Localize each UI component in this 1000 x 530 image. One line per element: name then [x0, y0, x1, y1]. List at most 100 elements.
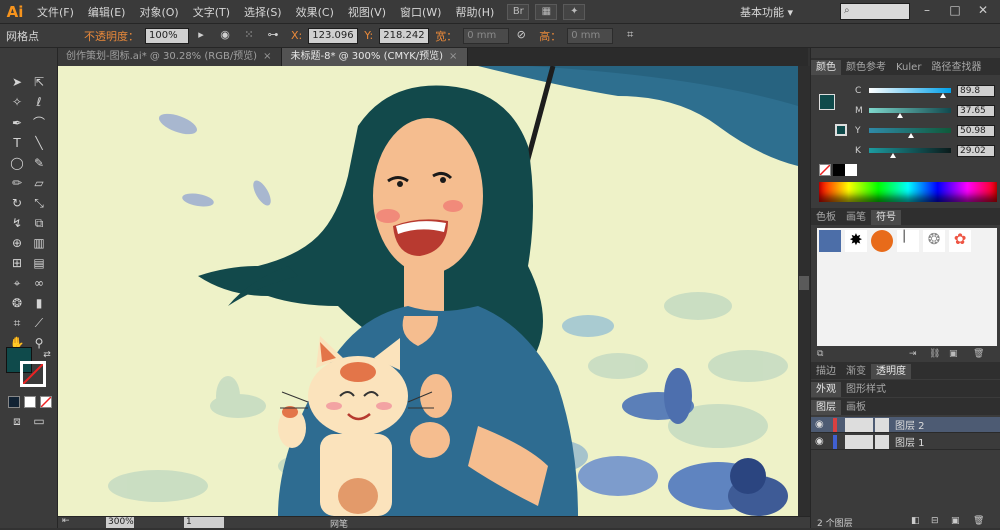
delete-layer-icon[interactable]: 🗑	[973, 516, 984, 526]
gradient-tool-icon[interactable]: ▤	[30, 254, 48, 272]
tab-color[interactable]: 颜色	[811, 60, 841, 75]
symbol-sprayer-tool-icon[interactable]: ❂	[8, 294, 26, 312]
close-tab-icon[interactable]: ×	[449, 51, 457, 62]
symbol-blue-bar[interactable]	[819, 230, 841, 252]
visibility-eye-icon[interactable]: ◉	[815, 436, 829, 447]
tab-color-guide[interactable]: 颜色参考	[841, 60, 891, 75]
break-link-icon[interactable]: ⛓	[929, 349, 940, 359]
shape-builder-tool-icon[interactable]: ⊕	[8, 234, 26, 252]
slider-thumb[interactable]	[889, 153, 896, 158]
tab-swatches[interactable]: 色板	[811, 210, 841, 225]
slider-thumb[interactable]	[896, 113, 903, 118]
recolor-icon[interactable]: ◉	[216, 28, 234, 44]
symbol-banner-icon[interactable]: ▏	[897, 230, 919, 252]
vertical-scrollbar[interactable]	[798, 66, 810, 516]
delete-symbol-icon[interactable]: 🗑	[973, 349, 984, 359]
arrange-documents-icon[interactable]: ▦	[535, 3, 558, 20]
symbol-flower-icon[interactable]: ✿	[949, 230, 971, 252]
layer-row[interactable]: ◉ 图层 1	[811, 434, 1000, 450]
tab-symbols[interactable]: 符号	[871, 210, 901, 225]
symbol-library-menu-icon[interactable]: ⧉	[817, 349, 823, 359]
reference-point-icon[interactable]: ⁙	[240, 28, 258, 44]
color-stroke-swatch[interactable]	[835, 124, 847, 136]
scroll-thumb[interactable]	[799, 276, 809, 290]
zoom-level-field[interactable]: 300%	[106, 517, 134, 528]
type-tool-icon[interactable]: T	[8, 134, 26, 152]
slider-thumb[interactable]	[939, 93, 946, 98]
menu-edit[interactable]: 编辑(E)	[81, 4, 133, 20]
rotate-tool-icon[interactable]: ↻	[8, 194, 26, 212]
none-mode-icon[interactable]	[40, 396, 52, 408]
workspace-switcher[interactable]: 基本功能 ▾	[740, 4, 793, 20]
drawing-mode-icon[interactable]: ⧈	[8, 412, 26, 430]
place-symbol-icon[interactable]: ⇥	[909, 349, 917, 359]
pen-tool-icon[interactable]: ✒	[8, 114, 26, 132]
x-position-input[interactable]: 123.096	[308, 27, 359, 44]
gradient-mode-icon[interactable]	[24, 396, 36, 408]
menu-select[interactable]: 选择(S)	[237, 4, 289, 20]
channel-value-input[interactable]: 89.8	[957, 84, 995, 97]
channel-value-input[interactable]: 50.98	[957, 124, 995, 137]
pencil-tool-icon[interactable]: ✏	[8, 174, 26, 192]
magic-wand-tool-icon[interactable]: ✧	[8, 93, 26, 111]
maximize-button[interactable]: □	[946, 3, 964, 19]
color-fill-swatch[interactable]	[819, 94, 835, 110]
tab-stroke[interactable]: 描边	[811, 364, 841, 379]
close-tab-icon[interactable]: ×	[263, 51, 271, 62]
navigate-artboard-icon[interactable]: ⇤	[62, 516, 70, 526]
selection-tool-icon[interactable]: ➤	[8, 73, 26, 91]
new-layer-icon[interactable]: ▣	[951, 516, 960, 526]
swap-fill-stroke-icon[interactable]: ⇄	[38, 346, 56, 364]
lasso-tool-icon[interactable]: ℓ	[30, 93, 48, 111]
menu-file[interactable]: 文件(F)	[30, 4, 81, 20]
tab-pathfinder[interactable]: 路径查找器	[926, 60, 986, 75]
new-sublayer-icon[interactable]: ⊟	[931, 516, 939, 526]
channel-value-input[interactable]: 37.65	[957, 104, 995, 117]
layer-name[interactable]: 图层 2	[895, 417, 925, 432]
channel-slider[interactable]	[869, 128, 951, 138]
screen-mode-icon[interactable]: ▭	[30, 412, 48, 430]
mesh-tool-icon[interactable]: ⊞	[8, 254, 26, 272]
opacity-dropdown-icon[interactable]: ▸	[192, 28, 210, 44]
menu-effect[interactable]: 效果(C)	[289, 4, 341, 20]
tab-transparency[interactable]: 透明度	[871, 364, 911, 379]
menu-type[interactable]: 文字(T)	[186, 4, 237, 20]
curvature-tool-icon[interactable]: ⌒	[30, 114, 48, 132]
blend-tool-icon[interactable]: ∞	[30, 274, 48, 292]
eyedropper-tool-icon[interactable]: ⌖	[8, 274, 26, 292]
opacity-input[interactable]: 100%	[145, 27, 189, 44]
channel-slider[interactable]	[869, 88, 951, 98]
make-clipping-mask-icon[interactable]: ◧	[911, 516, 920, 526]
line-tool-icon[interactable]: ╲	[30, 134, 48, 152]
paintbrush-tool-icon[interactable]: ✎	[30, 154, 48, 172]
scale-tool-icon[interactable]: ⤡	[30, 194, 48, 212]
bridge-icon[interactable]: Br	[507, 3, 530, 20]
tab-appearance[interactable]: 外观	[811, 382, 841, 397]
stroke-color-swatch[interactable]	[20, 361, 46, 387]
y-position-input[interactable]: 218.242	[379, 27, 430, 44]
color-spectrum-bar[interactable]	[819, 182, 997, 202]
channel-value-input[interactable]: 29.02	[957, 144, 995, 157]
ellipse-tool-icon[interactable]: ◯	[8, 154, 26, 172]
eraser-tool-icon[interactable]: ▱	[30, 174, 48, 192]
link-proportions-icon[interactable]: ⊘	[512, 28, 530, 44]
search-input[interactable]: ⌕	[840, 3, 910, 20]
tab-layers[interactable]: 图层	[811, 400, 841, 415]
close-button[interactable]: ✕	[974, 3, 992, 19]
artboard-tool-icon[interactable]: ⌗	[8, 314, 26, 332]
color-mode-icon[interactable]	[8, 396, 20, 408]
menu-view[interactable]: 视图(V)	[341, 4, 393, 20]
layer-row[interactable]: ◉ 图层 2	[811, 417, 1000, 433]
tab-artboards[interactable]: 画板	[841, 400, 871, 415]
tab-graphic-styles[interactable]: 图形样式	[841, 382, 891, 397]
none-color-swatch[interactable]	[819, 164, 831, 176]
menu-object[interactable]: 对象(O)	[132, 4, 185, 20]
align-icon[interactable]: ⊶	[264, 28, 282, 44]
direct-selection-tool-icon[interactable]: ⇱	[30, 73, 48, 91]
column-graph-tool-icon[interactable]: ▮	[30, 294, 48, 312]
tab-document-2[interactable]: 未标题-8* @ 300% (CMYK/预览) ×	[282, 48, 469, 66]
symbol-orange-button[interactable]	[871, 230, 893, 252]
menu-window[interactable]: 窗口(W)	[393, 4, 448, 20]
minimize-button[interactable]: –	[918, 3, 936, 19]
perspective-grid-tool-icon[interactable]: ▥	[30, 234, 48, 252]
